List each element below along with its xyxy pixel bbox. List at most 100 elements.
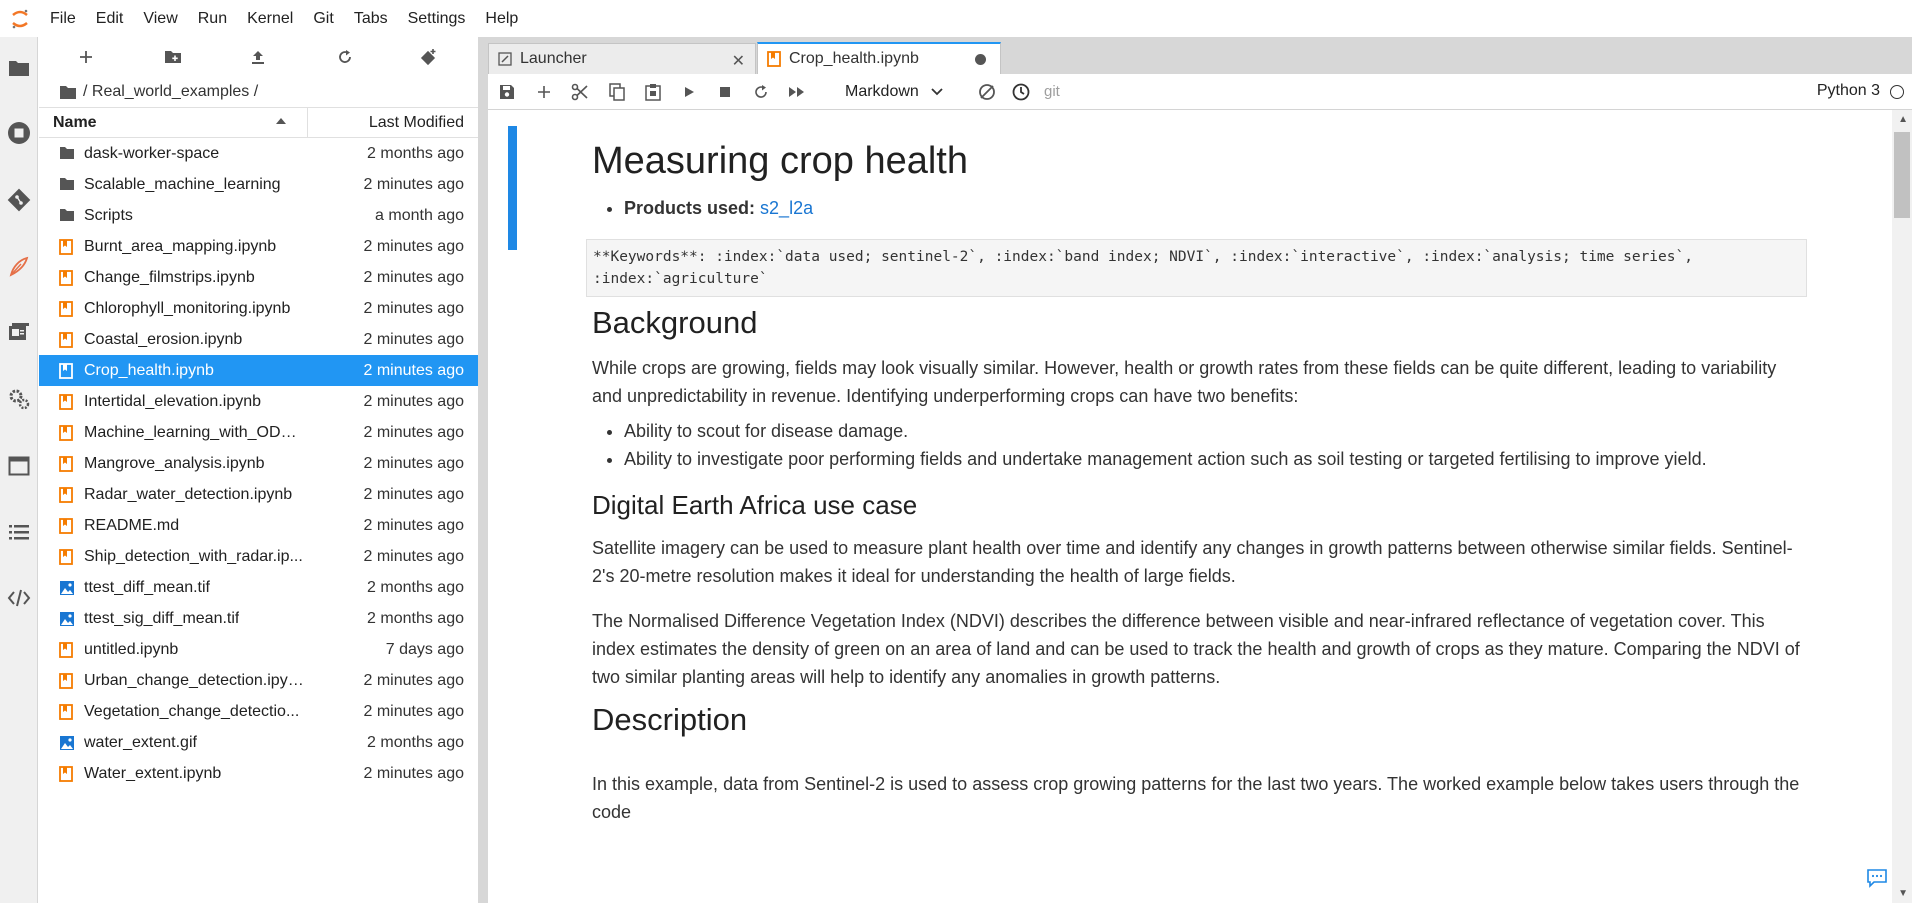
sort-ascending-icon	[276, 118, 286, 124]
vertical-scrollbar[interactable]: ▲ ▼	[1892, 110, 1912, 903]
file-row[interactable]: Urban_change_detection.ipynb 2 minutes ag…	[39, 665, 478, 696]
new-folder-icon[interactable]	[159, 45, 187, 69]
file-list-header: Name Last Modified	[39, 107, 478, 138]
file-browser-folder-icon[interactable]	[0, 48, 38, 88]
clock-icon[interactable]	[1008, 80, 1034, 104]
file-modified: 2 minutes ago	[363, 392, 464, 410]
file-row[interactable]: Radar_water_detection.ipynb 2 minutes ago	[39, 479, 478, 510]
refresh-icon[interactable]	[331, 45, 359, 69]
file-row[interactable]: Ship_detection_with_radar.ip... 2 minutes…	[39, 541, 478, 572]
description-heading: Description	[592, 702, 748, 737]
file-row[interactable]: Machine_learning_with_ODC.... 2 minutes a…	[39, 417, 478, 448]
column-modified-header[interactable]: Last Modified	[369, 114, 464, 132]
new-launcher-plus-icon[interactable]	[72, 45, 100, 69]
file-row[interactable]: README.md 2 minutes ago	[39, 510, 478, 541]
tab-close-icon[interactable]: ✕	[732, 51, 745, 71]
tab-label: Launcher	[520, 50, 587, 67]
cell-type-dropdown[interactable]: Markdown	[845, 79, 943, 105]
file-row[interactable]: Chlorophyll_monitoring.ipynb 2 minutes ag…	[39, 293, 478, 324]
file-row[interactable]: Water_extent.ipynb 2 minutes ago	[39, 758, 478, 789]
chat-comment-icon[interactable]	[1866, 868, 1888, 893]
menu-kernel[interactable]: Kernel	[237, 0, 303, 37]
file-row[interactable]: Intertidal_elevation.ipynb 2 minutes ago	[39, 386, 478, 417]
menu-git[interactable]: Git	[303, 0, 343, 37]
table-of-contents-icon[interactable]	[0, 512, 38, 552]
copy-icon[interactable]	[604, 80, 630, 104]
products-label: Products used:	[624, 198, 756, 218]
notebook-icon	[59, 425, 75, 441]
file-modified: 2 minutes ago	[363, 671, 464, 689]
file-row[interactable]: Burnt_area_mapping.ipynb 2 minutes ago	[39, 231, 478, 262]
menu-file[interactable]: File	[40, 0, 86, 37]
file-modified: 2 minutes ago	[363, 516, 464, 534]
file-row[interactable]: dask-worker-space 2 months ago	[39, 138, 478, 169]
insert-cell-plus-icon[interactable]	[531, 80, 557, 104]
refresh-render-circular-icon[interactable]	[974, 80, 1000, 104]
column-divider[interactable]	[307, 108, 308, 137]
code-snippets-icon[interactable]	[0, 578, 38, 618]
restart-kernel-icon[interactable]	[748, 80, 774, 104]
menu-view[interactable]: View	[133, 0, 187, 37]
property-inspector-gear-icon[interactable]	[0, 379, 38, 419]
tabs-window-icon[interactable]	[0, 446, 38, 486]
notebook-icon	[59, 549, 75, 565]
tab-crop-health[interactable]: Crop_health.ipynb	[757, 42, 1001, 74]
file-name: Crop_health.ipynb	[84, 361, 214, 379]
tab-launcher[interactable]: Launcher ✕	[488, 43, 756, 74]
scrollbar-thumb[interactable]	[1894, 132, 1910, 218]
list-item: Ability to scout for disease damage.	[624, 417, 1802, 445]
tab-label: Crop_health.ipynb	[789, 50, 919, 67]
file-modified: 2 minutes ago	[363, 237, 464, 255]
ndvi-paragraph: The Normalised Difference Vegetation Ind…	[592, 611, 1800, 687]
paste-clipboard-icon[interactable]	[640, 80, 666, 104]
file-list: dask-worker-space 2 months ago Scalable_ma…	[39, 138, 478, 789]
usecase-paragraph-block: Satellite imagery can be used to measure…	[592, 534, 1802, 590]
notebook-icon	[59, 332, 75, 348]
file-name: ttest_diff_mean.tif	[84, 578, 210, 596]
git-label[interactable]: git	[1044, 83, 1060, 100]
products-link[interactable]: s2_l2a	[760, 198, 813, 218]
file-row[interactable]: Change_filmstrips.ipynb 2 minutes ago	[39, 262, 478, 293]
run-cell-play-icon[interactable]	[676, 80, 702, 104]
upload-icon[interactable]	[244, 45, 272, 69]
scroll-up-arrow-icon[interactable]: ▲	[1898, 114, 1908, 125]
menu-settings[interactable]: Settings	[398, 0, 476, 37]
save-icon[interactable]	[494, 80, 520, 104]
notebook-icon	[767, 51, 781, 67]
menu-tabs[interactable]: Tabs	[344, 0, 398, 37]
column-name-header[interactable]: Name	[53, 114, 97, 132]
file-row[interactable]: ttest_diff_mean.tif 2 months ago	[39, 572, 478, 603]
keywords-code-block[interactable]: **Keywords**: :index:`data used; sentine…	[586, 239, 1807, 297]
kernel-name[interactable]: Python 3	[1817, 82, 1880, 100]
restart-run-all-fast-forward-icon[interactable]	[784, 80, 810, 104]
file-row[interactable]: untitled.ipynb 7 days ago	[39, 634, 478, 665]
file-row[interactable]: ttest_sig_diff_mean.tif 2 months ago	[39, 603, 478, 634]
file-row[interactable]: Vegetation_change_detectio... 2 minutes a…	[39, 696, 478, 727]
menu-help[interactable]: Help	[475, 0, 528, 37]
interrupt-stop-icon[interactable]	[712, 80, 738, 104]
file-name: Ship_detection_with_radar.ip...	[84, 547, 303, 565]
image-file-icon	[59, 611, 75, 627]
file-row[interactable]: Coastal_erosion.ipynb 2 minutes ago	[39, 324, 478, 355]
breadcrumb-home-folder-icon[interactable]	[59, 85, 77, 100]
menu-edit[interactable]: Edit	[86, 0, 134, 37]
file-row[interactable]: Scripts a month ago	[39, 200, 478, 231]
file-name: Machine_learning_with_ODC....	[84, 423, 304, 441]
file-row[interactable]: Crop_health.ipynb 2 minutes ago	[39, 355, 478, 386]
image-gallery-icon[interactable]	[0, 313, 38, 353]
unsaved-dot-icon[interactable]	[975, 54, 986, 65]
scroll-down-arrow-icon[interactable]: ▼	[1898, 888, 1908, 899]
git-icon[interactable]	[0, 180, 38, 220]
extension-feather-icon[interactable]	[0, 247, 38, 287]
launcher-edit-icon	[498, 52, 512, 66]
file-row[interactable]: water_extent.gif 2 months ago	[39, 727, 478, 758]
menu-run[interactable]: Run	[188, 0, 237, 37]
breadcrumb-path[interactable]: / Real_world_examples /	[83, 83, 258, 101]
file-row[interactable]: Mangrove_analysis.ipynb 2 minutes ago	[39, 448, 478, 479]
running-kernels-icon[interactable]	[0, 113, 38, 153]
cell-collapser[interactable]	[508, 126, 517, 250]
jupyter-logo-icon[interactable]	[0, 0, 40, 37]
file-row[interactable]: Scalable_machine_learning 2 minutes ago	[39, 169, 478, 200]
git-clone-icon[interactable]	[415, 45, 443, 69]
cut-scissors-icon[interactable]	[567, 80, 593, 104]
